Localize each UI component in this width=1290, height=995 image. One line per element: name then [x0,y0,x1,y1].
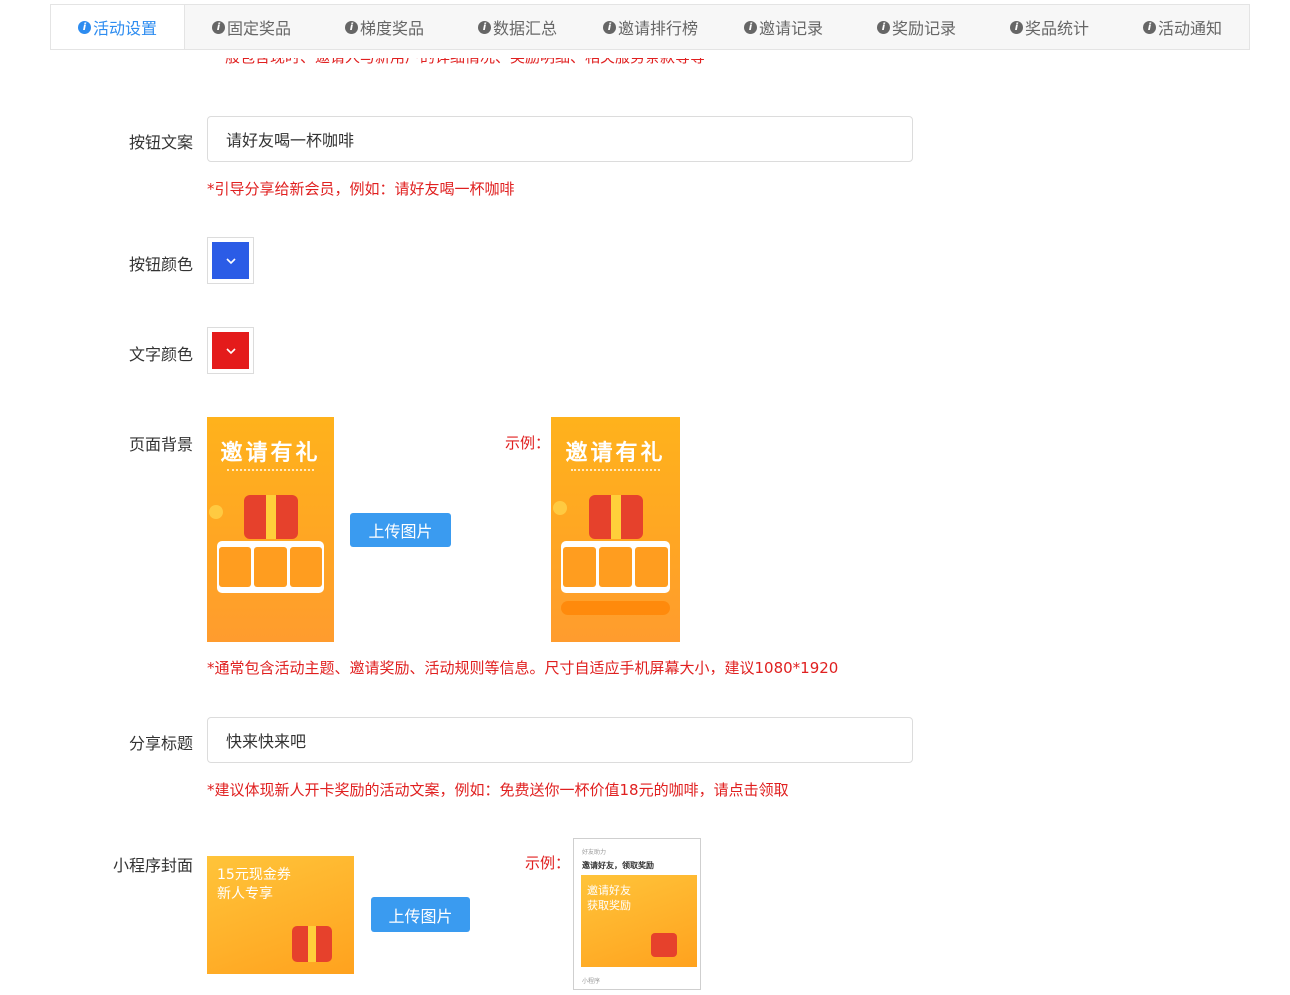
button-text-hint: *引导分享给新会员，例如：请好友喝一杯咖啡 [207,180,515,198]
share-title-hint: *建议体现新人开卡奖励的活动文案，例如：免费送你一杯价值18元的咖啡，请点击领取 [207,781,789,799]
tab-label: 活动设置 [92,19,157,38]
share-card-line-2: 获取奖励 [587,899,631,912]
share-card-image: 邀请好友 获取奖励 [581,875,697,967]
gift-illustration [588,495,643,539]
info-icon: i [602,20,616,34]
button-color-label: 按钮颜色 [128,255,193,274]
text-color-swatch [212,332,249,369]
tab-label: 固定奖品 [226,19,291,38]
info-icon: i [1142,20,1156,34]
info-icon: i [477,20,491,34]
button-color-swatch [212,242,249,279]
button-text-input[interactable]: 请好友喝一杯咖啡 [207,116,913,162]
tab-activity-settings[interactable]: i 活动设置 [51,5,185,49]
poster-title: 邀请有礼 [220,441,321,466]
coupon-card [561,541,670,593]
share-title-input[interactable]: 快来快来吧 [207,717,913,763]
poster-title: 邀请有礼 [565,441,666,466]
info-icon: i [876,20,890,34]
example-share-card: 好友助力 邀请好友，领取奖励 邀请好友 获取奖励 小程序 [573,838,701,990]
gift-illustration [292,926,332,962]
tab-label: 梯度奖品 [359,19,424,38]
tab-label: 奖励记录 [891,19,956,38]
cover-line-2: 新人专享 [217,886,273,902]
text-color-picker[interactable] [207,327,254,374]
chevron-down-icon [225,257,236,264]
button-text-label: 按钮文案 [128,133,193,152]
coupon-card [217,541,324,593]
cut-off-hint: 一般包含现时、邀请人与新用户的详细情况、奖励明细、相关服务条款等等 [210,58,705,72]
upload-cover-button[interactable]: 上传图片 [371,897,470,932]
button-color-picker[interactable] [207,237,254,284]
share-title-label: 分享标题 [128,734,193,753]
gift-illustration [243,495,298,539]
mini-program-cover-preview: 15元现金券 新人专享 [207,856,354,974]
tab-invite-ranking[interactable]: i 邀请排行榜 [584,5,717,49]
page-background-hint: *通常包含活动主题、邀请奖励、活动规则等信息。尺寸自适应手机屏幕大小，建议108… [207,659,839,677]
cover-line-1: 15元现金券 [217,867,291,883]
upload-background-button[interactable]: 上传图片 [350,513,451,547]
cta-bar [561,601,670,615]
chevron-down-icon [225,347,236,354]
tab-data-summary[interactable]: i 数据汇总 [451,5,584,49]
tab-tiered-prize[interactable]: i 梯度奖品 [318,5,451,49]
tab-fixed-prize[interactable]: i 固定奖品 [185,5,318,49]
text-color-label: 文字颜色 [128,345,193,364]
background-image-preview: 邀请有礼 [207,417,334,642]
info-icon: i [77,20,91,34]
tab-prize-stats[interactable]: i 奖品统计 [983,5,1116,49]
tab-label: 奖品统计 [1024,19,1089,38]
info-icon: i [211,20,225,34]
gift-illustration [651,933,677,957]
tab-invite-records[interactable]: i 邀请记录 [717,5,850,49]
info-icon: i [1009,20,1023,34]
tab-label: 活动通知 [1157,19,1222,38]
tab-reward-records[interactable]: i 奖励记录 [850,5,983,49]
mini-program-cover-label: 小程序封面 [112,856,193,875]
info-icon: i [743,20,757,34]
tab-activity-notice[interactable]: i 活动通知 [1116,5,1249,49]
tab-bar: i 活动设置 i 固定奖品 i 梯度奖品 i 数据汇总 i 邀请排行榜 i 邀请记录 i 奖励… [50,4,1250,50]
tab-label: 数据汇总 [492,19,557,38]
share-card-header: 好友助力 [582,849,607,856]
share-card-line-1: 邀请好友 [587,884,631,897]
share-card-footer: 小程序 [582,978,601,985]
tab-label: 邀请排行榜 [617,19,698,38]
info-icon: i [344,20,358,34]
example-label: 示例： [525,854,571,872]
tab-label: 邀请记录 [758,19,823,38]
page-background-label: 页面背景 [128,435,193,454]
share-card-title: 邀请好友，领取奖励 [582,861,654,870]
example-background-image: 邀请有礼 [551,417,680,642]
example-label: 示例： [505,434,551,452]
